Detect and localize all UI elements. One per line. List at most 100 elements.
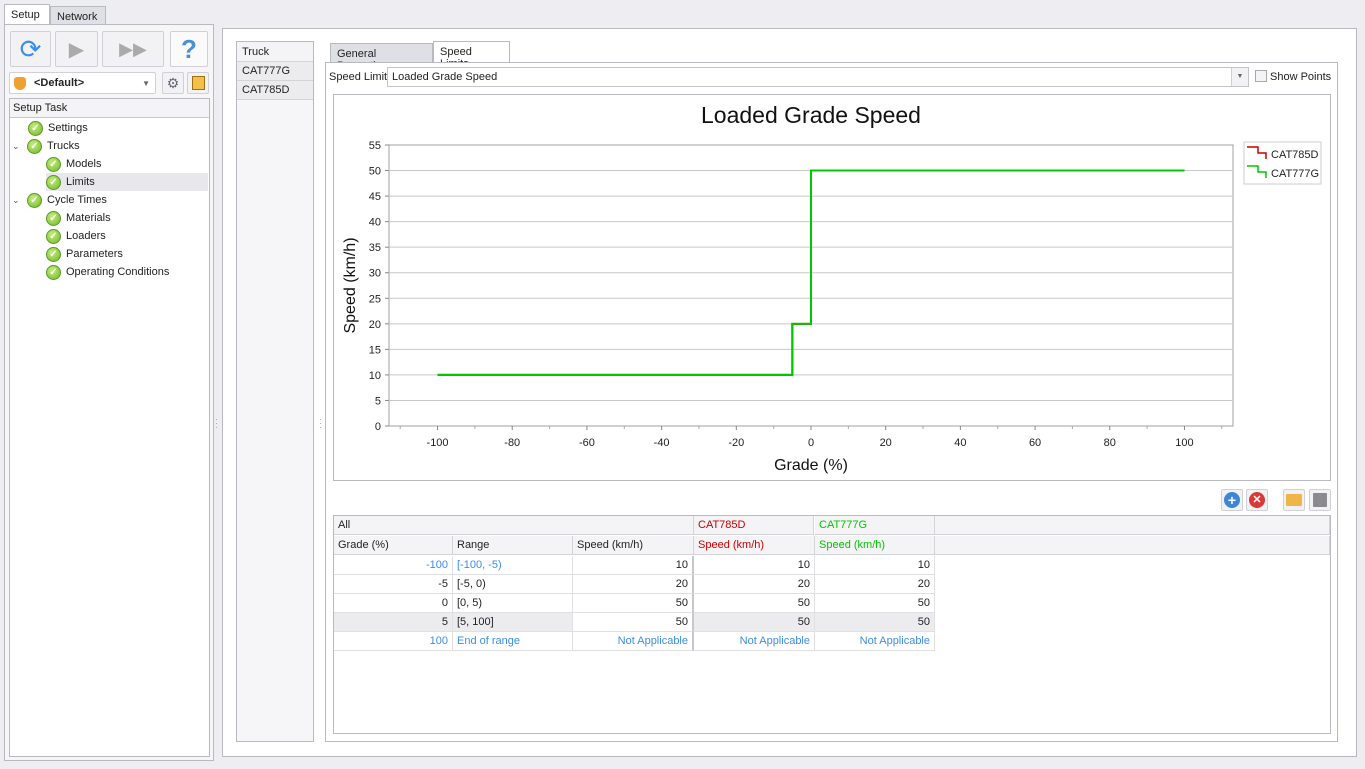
x-tick-label: 20 xyxy=(880,437,892,449)
note-button[interactable] xyxy=(187,72,209,94)
refresh-button[interactable]: ⟳ xyxy=(10,31,51,67)
column-header[interactable]: Grade (%) xyxy=(334,536,453,555)
grid-cell[interactable]: Not Applicable xyxy=(694,632,815,651)
x-tick-label: -40 xyxy=(654,437,670,449)
grid-cell[interactable]: [-5, 0) xyxy=(453,575,573,594)
add-row-button[interactable]: + xyxy=(1221,489,1243,511)
tree-item-label: Parameters xyxy=(66,248,123,260)
truck-list: Truck CAT777G CAT785D xyxy=(236,41,314,742)
column-header[interactable]: Speed (km/h) xyxy=(694,536,815,555)
tree-header: Setup Task xyxy=(10,99,209,118)
plus-circle-icon: + xyxy=(1224,492,1240,508)
grid-cell[interactable]: 50 xyxy=(815,613,935,632)
fast-forward-button[interactable]: ▶▶ xyxy=(102,31,164,67)
grid-cell[interactable]: 0 xyxy=(334,594,453,613)
group-header-all[interactable]: All xyxy=(334,516,694,535)
grid-cell[interactable]: 50 xyxy=(694,594,815,613)
tree-item-label: Models xyxy=(66,158,102,170)
group-header-filler[interactable] xyxy=(935,516,1330,535)
truck-list-header: Truck xyxy=(237,42,313,62)
splitter-handle[interactable]: · · · xyxy=(319,416,322,432)
grid-cell[interactable]: 50 xyxy=(694,613,815,632)
grid-cell[interactable]: 20 xyxy=(694,575,815,594)
play-button[interactable]: ▶ xyxy=(55,31,98,67)
open-button[interactable] xyxy=(1283,489,1305,511)
grid-cell[interactable]: 10 xyxy=(694,556,815,575)
tree-item-settings[interactable]: ✓ Settings xyxy=(28,119,208,137)
tab-speed-limits[interactable]: Speed Limits xyxy=(433,41,510,70)
speed-limit-value: Loaded Grade Speed xyxy=(392,71,498,83)
y-tick-label: 20 xyxy=(369,319,381,331)
chevron-down-icon[interactable]: ▼ xyxy=(1231,68,1248,86)
tree-item-parameters[interactable]: ✓ Parameters xyxy=(46,245,208,263)
check-icon: ✓ xyxy=(27,192,42,208)
y-tick-label: 50 xyxy=(369,166,381,178)
column-header[interactable]: Range xyxy=(453,536,573,555)
grid-cell[interactable]: 10 xyxy=(573,556,694,575)
tree-item-operating-conditions[interactable]: ✓ Operating Conditions xyxy=(46,263,208,281)
grid-cell[interactable]: [0, 5) xyxy=(453,594,573,613)
check-icon: ✓ xyxy=(46,156,61,172)
splitter-handle[interactable]: · · · xyxy=(215,416,218,432)
check-icon: ✓ xyxy=(46,174,61,190)
x-tick-label: 0 xyxy=(808,437,814,449)
show-points-checkbox[interactable] xyxy=(1255,70,1267,82)
tree-item-trucks[interactable]: ⌄ ✓ Trucks xyxy=(12,137,208,155)
x-tick-label: 80 xyxy=(1104,437,1116,449)
tab-network[interactable]: Network xyxy=(50,6,106,25)
group-header-cat785d[interactable]: CAT785D xyxy=(694,516,814,535)
truck-item[interactable]: CAT785D xyxy=(237,81,313,100)
profile-value: <Default> xyxy=(34,77,85,89)
y-tick-label: 45 xyxy=(369,191,381,203)
y-tick-label: 5 xyxy=(375,395,381,407)
column-header[interactable]: Speed (km/h) xyxy=(815,536,935,555)
tree-item-label: Cycle Times xyxy=(47,194,107,206)
grid-cell[interactable]: [5, 100] xyxy=(453,613,573,632)
save-button[interactable] xyxy=(1309,489,1331,511)
grid-cell[interactable]: 5 xyxy=(334,613,453,632)
settings-button[interactable]: ⚙ xyxy=(162,72,184,94)
group-header-cat777g[interactable]: CAT777G xyxy=(815,516,935,535)
column-header-filler[interactable] xyxy=(935,536,1330,555)
grid-cell[interactable]: -100 xyxy=(334,556,453,575)
y-tick-label: 25 xyxy=(369,293,381,305)
grid-cell[interactable]: Not Applicable xyxy=(815,632,935,651)
tree-item-models[interactable]: ✓ Models xyxy=(46,155,208,173)
grid-cell[interactable]: 20 xyxy=(573,575,694,594)
chart-container: 0 5 10 15 20 25 30 35 40 45 50 55 -100 -80 -60 -40 -20 0 2… xyxy=(333,94,1331,481)
fast-forward-icon: ▶▶ xyxy=(119,38,147,59)
grid-cell[interactable]: End of range xyxy=(453,632,573,651)
help-button[interactable]: ? xyxy=(170,31,208,67)
y-tick-label: 30 xyxy=(369,268,381,280)
tree-item-materials[interactable]: ✓ Materials xyxy=(46,209,208,227)
grid-cell[interactable]: 50 xyxy=(815,594,935,613)
grid-cell[interactable]: 50 xyxy=(573,594,694,613)
tree-item-label: Materials xyxy=(66,212,111,224)
grid-cell[interactable]: 50 xyxy=(573,613,694,632)
truck-item[interactable]: CAT777G xyxy=(237,62,313,81)
tab-general-properties[interactable]: General Properties xyxy=(330,43,433,72)
grid-cell[interactable]: -5 xyxy=(334,575,453,594)
floppy-disk-icon xyxy=(1313,493,1327,507)
grid-cell[interactable]: 100 xyxy=(334,632,453,651)
tree-item-cycle-times[interactable]: ⌄ ✓ Cycle Times xyxy=(12,191,208,209)
column-header[interactable]: Speed (km/h) xyxy=(573,536,694,555)
profile-dropdown[interactable]: <Default> ▼ xyxy=(9,72,156,94)
grid-cell[interactable]: Not Applicable xyxy=(573,632,694,651)
speed-limit-select[interactable]: Loaded Grade Speed ▼ xyxy=(387,67,1249,87)
grid-cell[interactable]: 20 xyxy=(815,575,935,594)
chevron-down-icon[interactable]: ⌄ xyxy=(12,195,22,206)
tab-setup[interactable]: Setup xyxy=(4,4,50,25)
delete-row-button[interactable]: ✕ xyxy=(1246,489,1268,511)
grid-cell[interactable]: 10 xyxy=(815,556,935,575)
grid-cell[interactable]: [-100, -5) xyxy=(453,556,573,575)
check-icon: ✓ xyxy=(46,246,61,262)
x-tick-label: -100 xyxy=(427,437,449,449)
delete-circle-icon: ✕ xyxy=(1249,492,1265,508)
refresh-icon: ⟳ xyxy=(19,33,42,64)
chevron-down-icon[interactable]: ⌄ xyxy=(12,141,22,152)
gear-icon: ⚙ xyxy=(166,74,180,91)
tree-item-loaders[interactable]: ✓ Loaders xyxy=(46,227,208,245)
y-tick-label: 55 xyxy=(369,140,381,152)
tree-item-limits[interactable]: ✓ Limits xyxy=(46,173,208,191)
